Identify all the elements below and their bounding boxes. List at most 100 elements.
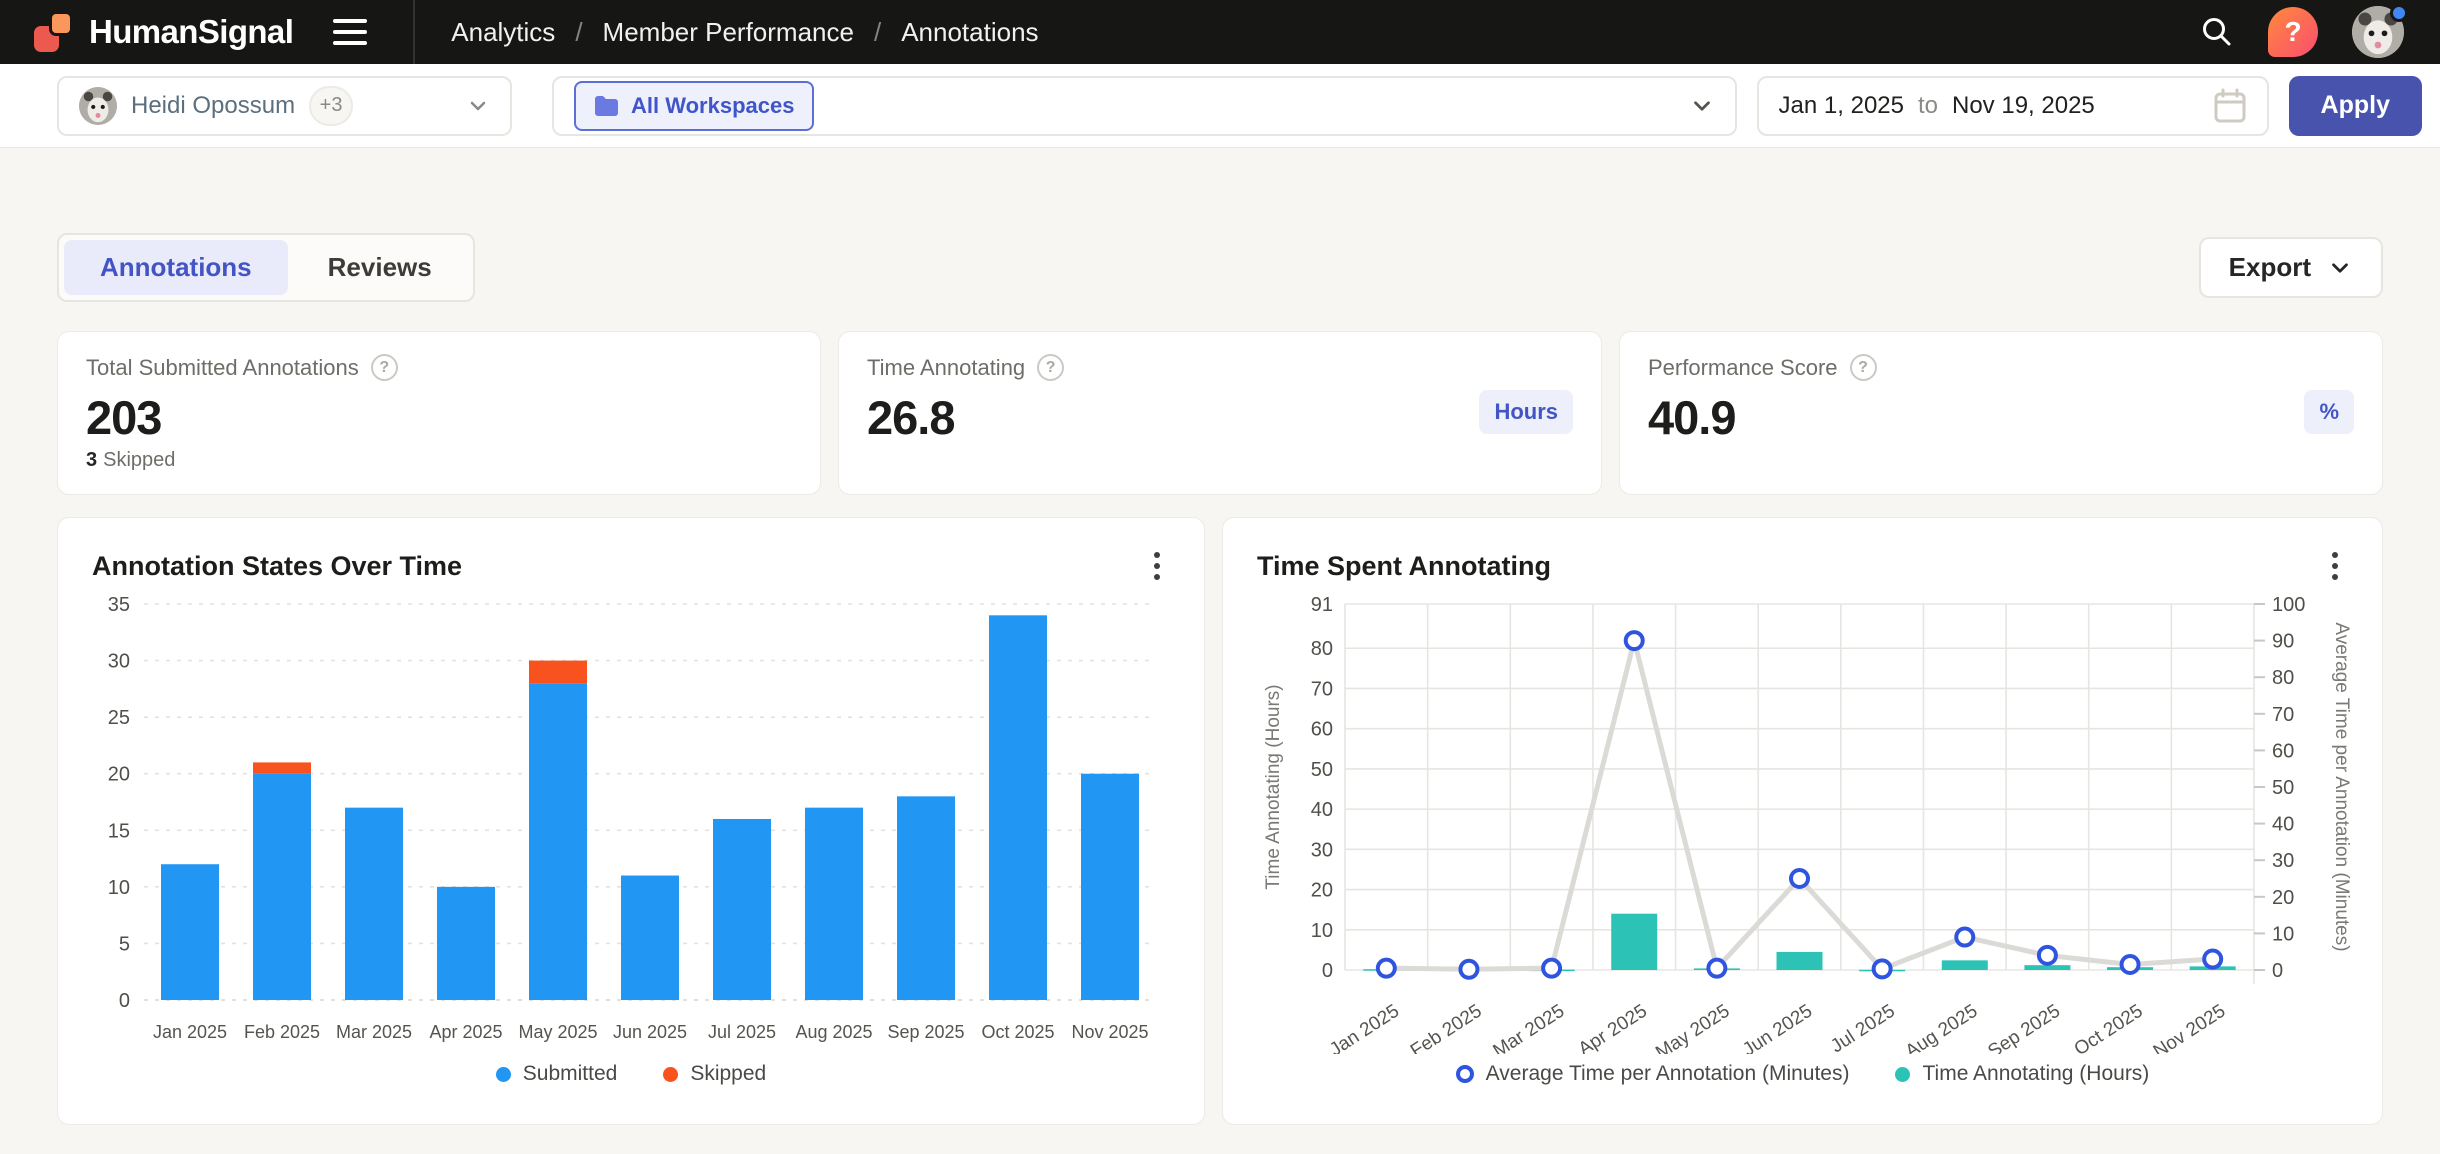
main-content: Annotations Reviews Export Total Submitt… <box>0 148 2440 1125</box>
app-root: HumanSignal Analytics / Member Performan… <box>0 0 2440 1154</box>
filter-bar: Heidi Opossum +3 All Workspaces Jan 1, 2… <box>0 64 2440 148</box>
svg-text:Nov 2025: Nov 2025 <box>1071 1022 1148 1042</box>
tab-reviews[interactable]: Reviews <box>292 240 468 295</box>
svg-text:Oct 2025: Oct 2025 <box>2071 1001 2147 1054</box>
annotation-states-chart: 05101520253035Jan 2025Feb 2025Mar 2025Ap… <box>92 592 1172 1054</box>
folder-icon <box>594 95 619 117</box>
humansignal-logo[interactable]: HumanSignal <box>34 9 293 55</box>
svg-text:15: 15 <box>108 820 130 842</box>
help-icon[interactable]: ? <box>2268 7 2318 57</box>
svg-text:91: 91 <box>1311 594 1333 616</box>
chart-legend: Average Time per Annotation (Minutes) Ti… <box>1257 1062 2348 1086</box>
topbar-actions: ? <box>2200 6 2404 58</box>
svg-text:100: 100 <box>2272 594 2305 616</box>
skipped-count: 3 <box>86 449 97 471</box>
svg-text:Apr 2025: Apr 2025 <box>429 1022 502 1042</box>
member-select-dropdown[interactable]: Heidi Opossum +3 <box>57 76 512 136</box>
chart-legend: Submitted Skipped <box>92 1062 1170 1086</box>
charts-row: Annotation States Over Time 051015202530… <box>57 517 2383 1125</box>
all-workspaces-chip[interactable]: All Workspaces <box>574 81 814 131</box>
time-spent-chart-card: Time Spent Annotating 0 10 20 30 40 50 60 70 80 9… <box>1222 517 2383 1125</box>
legend-item-submitted[interactable]: Submitted <box>496 1062 618 1086</box>
tab-annotations[interactable]: Annotations <box>64 240 288 295</box>
svg-text:60: 60 <box>2272 740 2294 762</box>
chart-title: Time Spent Annotating <box>1257 551 1551 582</box>
svg-text:Jul 2025: Jul 2025 <box>1827 1001 1899 1054</box>
svg-text:5: 5 <box>119 933 130 955</box>
all-workspaces-label: All Workspaces <box>631 93 794 119</box>
chevron-down-icon <box>2327 255 2353 281</box>
svg-text:Feb 2025: Feb 2025 <box>244 1022 320 1042</box>
selected-member-name: Heidi Opossum <box>131 92 295 120</box>
stat-title: Time Annotating <box>867 355 1025 381</box>
svg-text:30: 30 <box>1311 839 1333 861</box>
kebab-menu-icon[interactable] <box>2322 544 2348 588</box>
calendar-icon[interactable] <box>2213 88 2247 124</box>
svg-text:50: 50 <box>2272 777 2294 799</box>
user-avatar[interactable] <box>2352 6 2404 58</box>
svg-text:70: 70 <box>2272 704 2294 726</box>
svg-text:0: 0 <box>2272 960 2283 982</box>
help-tooltip-icon[interactable]: ? <box>371 354 398 381</box>
svg-text:10: 10 <box>2272 923 2294 945</box>
legend-item-skipped[interactable]: Skipped <box>663 1062 766 1086</box>
kebab-menu-icon[interactable] <box>1144 544 1170 588</box>
svg-text:35: 35 <box>108 594 130 616</box>
legend-label: Average Time per Annotation (Minutes) <box>1486 1062 1850 1086</box>
stat-title: Total Submitted Annotations <box>86 355 359 381</box>
stat-card-performance-score: Performance Score ? 40.9 % <box>1619 331 2383 495</box>
stat-cards-row: Total Submitted Annotations ? 203 3 Skipp… <box>57 331 2383 495</box>
svg-text:30: 30 <box>108 651 130 673</box>
search-icon[interactable] <box>2200 15 2234 49</box>
svg-text:30: 30 <box>2272 850 2294 872</box>
export-button[interactable]: Export <box>2199 237 2383 298</box>
export-label: Export <box>2229 252 2311 283</box>
hamburger-menu-icon[interactable] <box>329 11 371 53</box>
svg-text:40: 40 <box>2272 814 2294 836</box>
svg-text:Nov 2025: Nov 2025 <box>2150 1001 2230 1054</box>
date-separator: to <box>1918 92 1938 120</box>
stat-title: Performance Score <box>1648 355 1838 381</box>
stat-value: 203 <box>86 390 792 445</box>
skipped-legend-dot <box>663 1067 678 1082</box>
breadcrumb: Analytics / Member Performance / Annotat… <box>451 17 1038 48</box>
stat-card-total-submitted: Total Submitted Annotations ? 203 3 Skipp… <box>57 331 821 495</box>
logo-wordmark: HumanSignal <box>89 13 293 51</box>
stat-footnote: 3 Skipped <box>86 449 792 472</box>
legend-item-time-annotating[interactable]: Time Annotating (Hours) <box>1895 1062 2149 1086</box>
breadcrumb-member-performance[interactable]: Member Performance <box>603 17 854 48</box>
svg-text:20: 20 <box>1311 880 1333 902</box>
svg-text:70: 70 <box>1311 678 1333 700</box>
svg-text:60: 60 <box>1311 719 1333 741</box>
breadcrumb-annotations: Annotations <box>901 17 1038 48</box>
help-tooltip-icon[interactable]: ? <box>1850 354 1877 381</box>
svg-text:Apr 2025: Apr 2025 <box>1575 1001 1651 1054</box>
svg-text:20: 20 <box>108 764 130 786</box>
stat-card-time-annotating: Time Annotating ? 26.8 Hours <box>838 331 1602 495</box>
online-status-dot <box>2390 4 2408 22</box>
apply-button[interactable]: Apply <box>2289 76 2422 136</box>
skipped-label: Skipped <box>103 449 175 471</box>
avg-time-legend-ring <box>1456 1065 1474 1083</box>
humansignal-logo-icon <box>34 9 76 55</box>
legend-label: Submitted <box>523 1062 618 1086</box>
svg-text:Jun 2025: Jun 2025 <box>1739 1001 1816 1054</box>
help-tooltip-icon[interactable]: ? <box>1037 354 1064 381</box>
date-range-picker[interactable]: Jan 1, 2025 to Nov 19, 2025 <box>1757 76 2269 136</box>
additional-members-badge: +3 <box>309 86 353 126</box>
topbar-divider <box>413 0 415 64</box>
svg-text:May 2025: May 2025 <box>1652 1001 1733 1054</box>
svg-text:80: 80 <box>2272 667 2294 689</box>
breadcrumb-analytics[interactable]: Analytics <box>451 17 555 48</box>
svg-text:20: 20 <box>2272 887 2294 909</box>
svg-text:Sep 2025: Sep 2025 <box>887 1022 964 1042</box>
legend-item-avg-time[interactable]: Average Time per Annotation (Minutes) <box>1456 1062 1850 1086</box>
submitted-legend-dot <box>496 1067 511 1082</box>
top-bar: HumanSignal Analytics / Member Performan… <box>0 0 2440 64</box>
svg-text:0: 0 <box>1322 960 1333 982</box>
svg-text:May 2025: May 2025 <box>518 1022 597 1042</box>
time-annotating-legend-dot <box>1895 1067 1910 1082</box>
workspace-select-dropdown[interactable]: All Workspaces <box>552 76 1737 136</box>
time-spent-chart: 0102030405060708091010203040506070809010… <box>1257 592 2350 1054</box>
svg-text:Aug 2025: Aug 2025 <box>1902 1001 1982 1054</box>
